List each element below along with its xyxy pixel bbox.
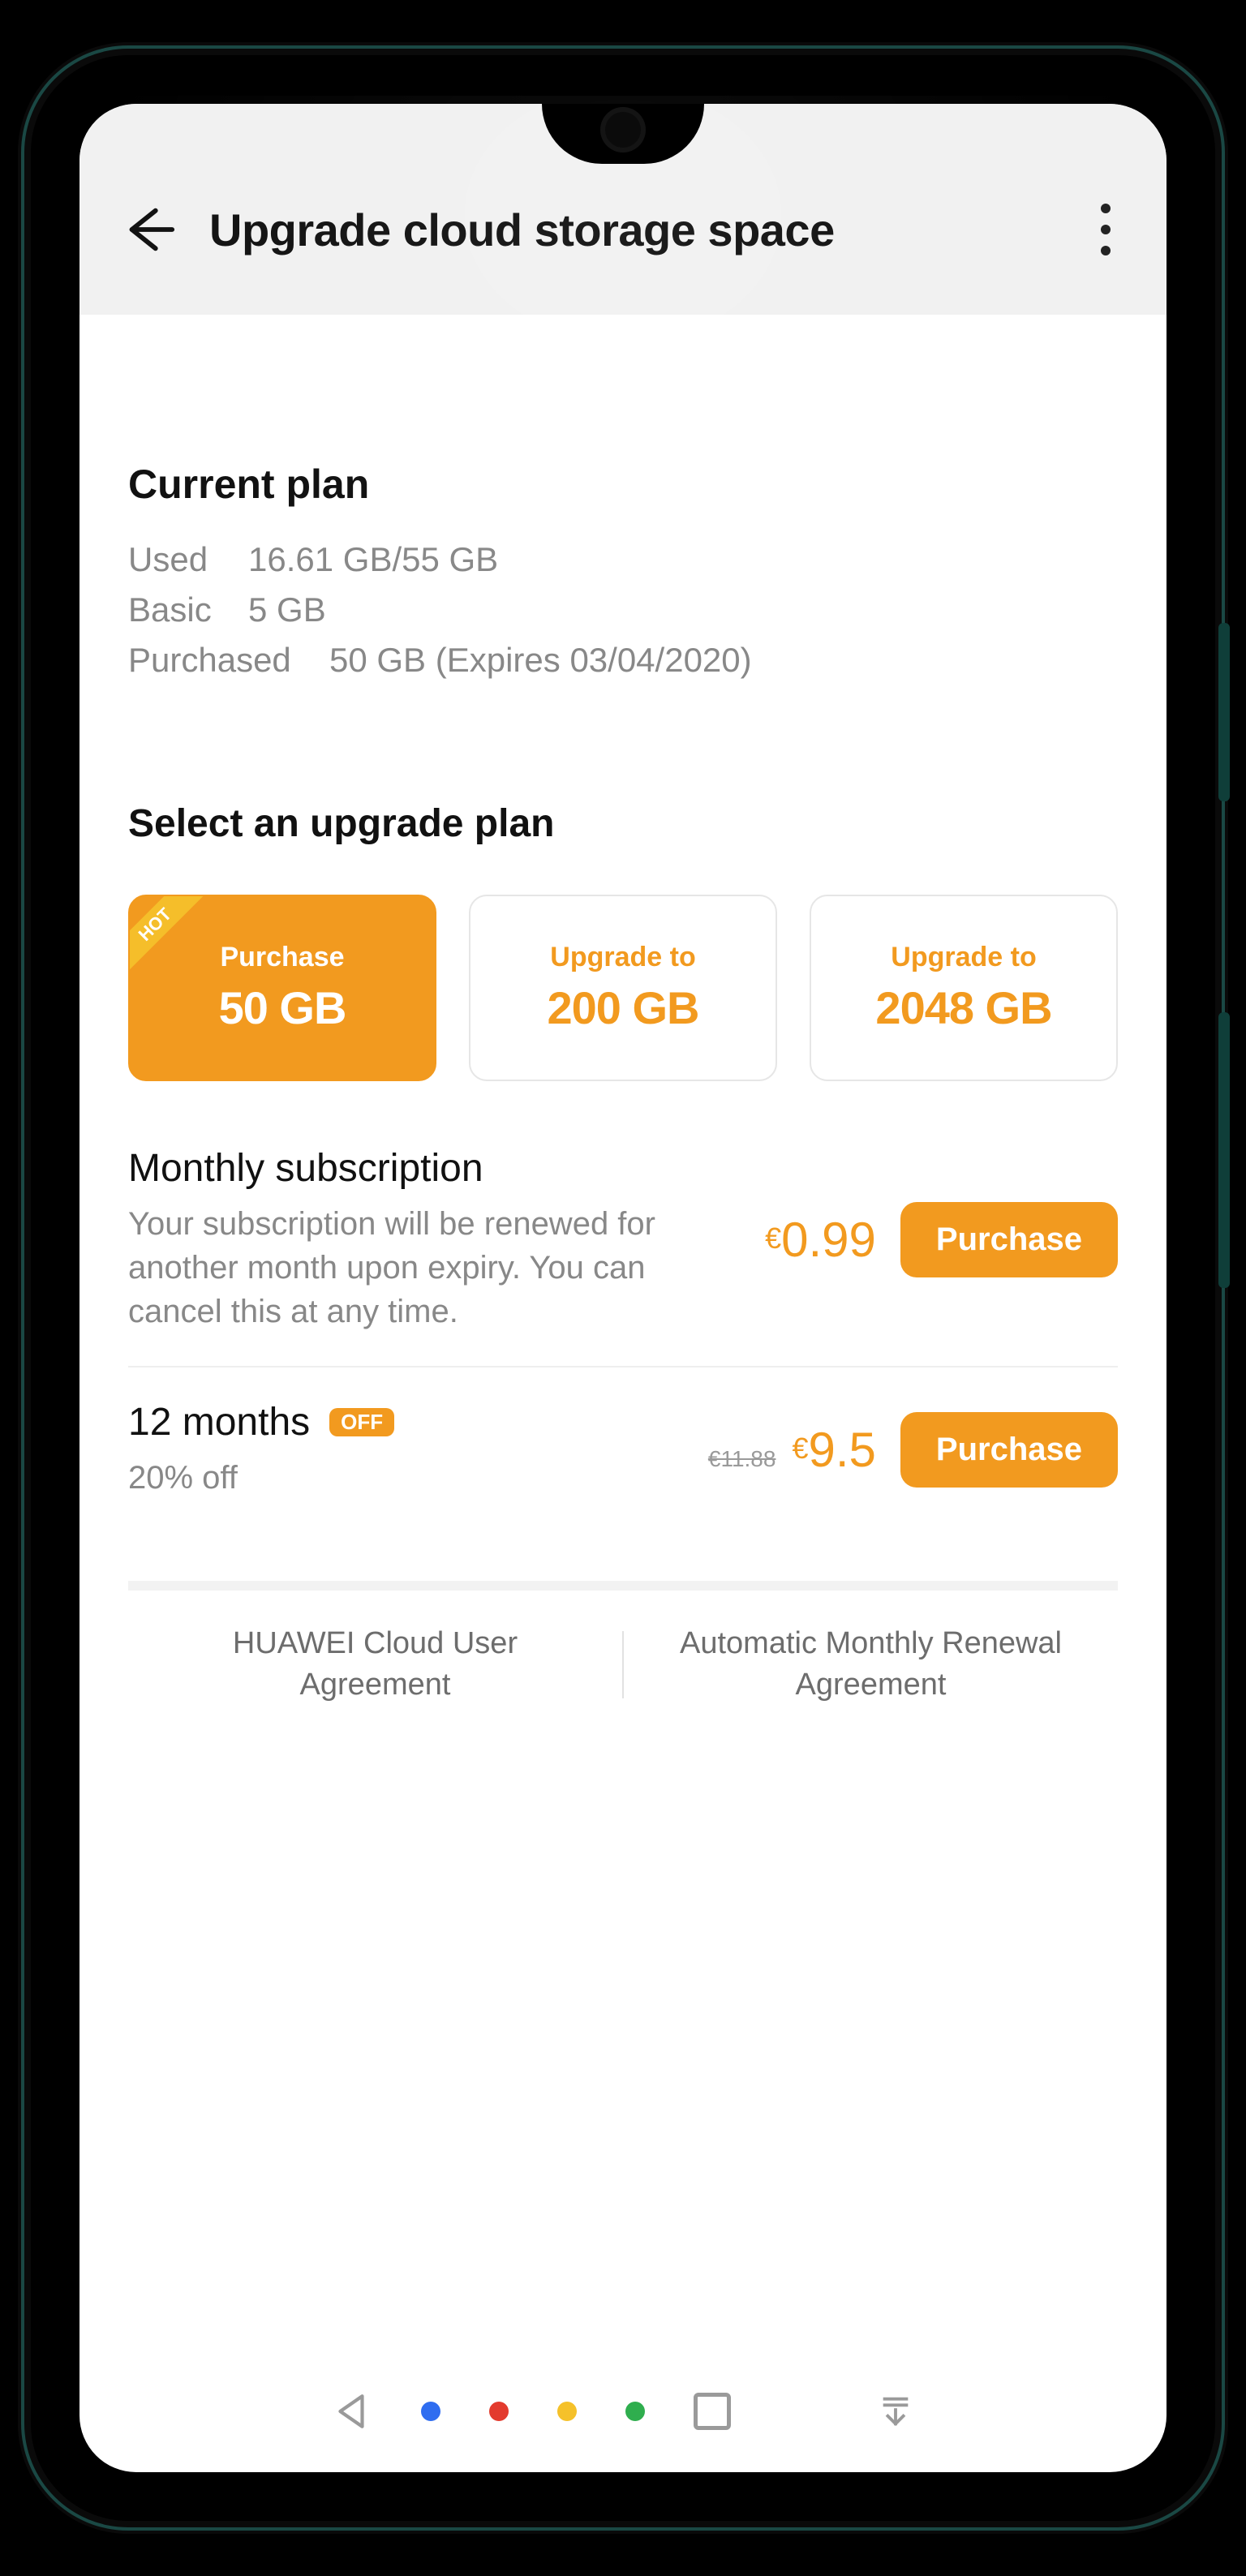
nav-dot-blue	[421, 2402, 440, 2421]
purchased-row: Purchased 50 GB (Expires 03/04/2020)	[128, 641, 1118, 680]
renewal-agreement-link[interactable]: Automatic Monthly Renewal Agreement	[624, 1591, 1118, 1739]
select-plan-heading: Select an upgrade plan	[128, 801, 1118, 846]
purchased-value: 50 GB (Expires 03/04/2020)	[329, 641, 752, 680]
monthly-description: Your subscription will be renewed for an…	[128, 1202, 696, 1333]
yearly-title: 12 months	[128, 1400, 310, 1445]
agreements-footer: HUAWEI Cloud User Agreement Automatic Mo…	[128, 1581, 1118, 1739]
nav-dot-green	[625, 2402, 645, 2421]
nav-dot-red	[489, 2402, 509, 2421]
plan-action: Purchase	[220, 942, 344, 973]
phone-frame: Upgrade cloud storage space Current plan…	[31, 55, 1215, 2521]
used-row: Used 16.61 GB/55 GB	[128, 540, 1118, 579]
used-label: Used	[128, 540, 226, 579]
plan-action: Upgrade to	[550, 942, 695, 973]
plan-option-2048gb[interactable]: Upgrade to 2048 GB	[810, 895, 1118, 1081]
current-plan-heading: Current plan	[128, 461, 1118, 508]
yearly-subscription-row: 12 months OFF 20% off €11.88 €9.5 Purcha…	[128, 1400, 1118, 1532]
monthly-purchase-button[interactable]: Purchase	[900, 1202, 1118, 1277]
purchased-label: Purchased	[128, 641, 307, 680]
basic-label: Basic	[128, 590, 226, 629]
more-menu-icon[interactable]	[1093, 204, 1126, 255]
hot-badge: HOT	[128, 895, 208, 977]
basic-value: 5 GB	[248, 590, 326, 629]
back-icon[interactable]	[120, 201, 177, 258]
plan-option-50gb[interactable]: HOT Purchase 50 GB	[128, 895, 436, 1081]
yearly-discount: 20% off	[128, 1456, 684, 1500]
side-button-2	[1218, 1012, 1230, 1288]
plan-action: Upgrade to	[891, 942, 1036, 973]
yearly-price: €9.5	[792, 1422, 875, 1478]
plan-size: 50 GB	[219, 981, 346, 1034]
side-button-1	[1218, 623, 1230, 801]
yearly-old-price: €11.88	[708, 1446, 776, 1472]
plan-option-200gb[interactable]: Upgrade to 200 GB	[469, 895, 777, 1081]
plan-size: 2048 GB	[875, 981, 1051, 1034]
nav-hide-icon[interactable]	[877, 2393, 914, 2430]
monthly-price: €0.99	[765, 1212, 876, 1268]
monthly-subscription-row: Monthly subscription Your subscription w…	[128, 1146, 1118, 1367]
screen: Upgrade cloud storage space Current plan…	[79, 104, 1167, 2472]
nav-recents-icon[interactable]	[694, 2393, 731, 2430]
nav-dot-yellow	[557, 2402, 577, 2421]
page-title: Upgrade cloud storage space	[209, 204, 1061, 256]
yearly-purchase-button[interactable]: Purchase	[900, 1412, 1118, 1488]
user-agreement-link[interactable]: HUAWEI Cloud User Agreement	[128, 1591, 622, 1739]
nav-back-icon[interactable]	[332, 2391, 372, 2432]
system-nav-bar	[79, 2351, 1167, 2472]
monthly-title: Monthly subscription	[128, 1146, 483, 1191]
off-badge: OFF	[329, 1408, 394, 1436]
used-value: 16.61 GB/55 GB	[248, 540, 498, 579]
plan-size: 200 GB	[548, 981, 699, 1034]
basic-row: Basic 5 GB	[128, 590, 1118, 629]
